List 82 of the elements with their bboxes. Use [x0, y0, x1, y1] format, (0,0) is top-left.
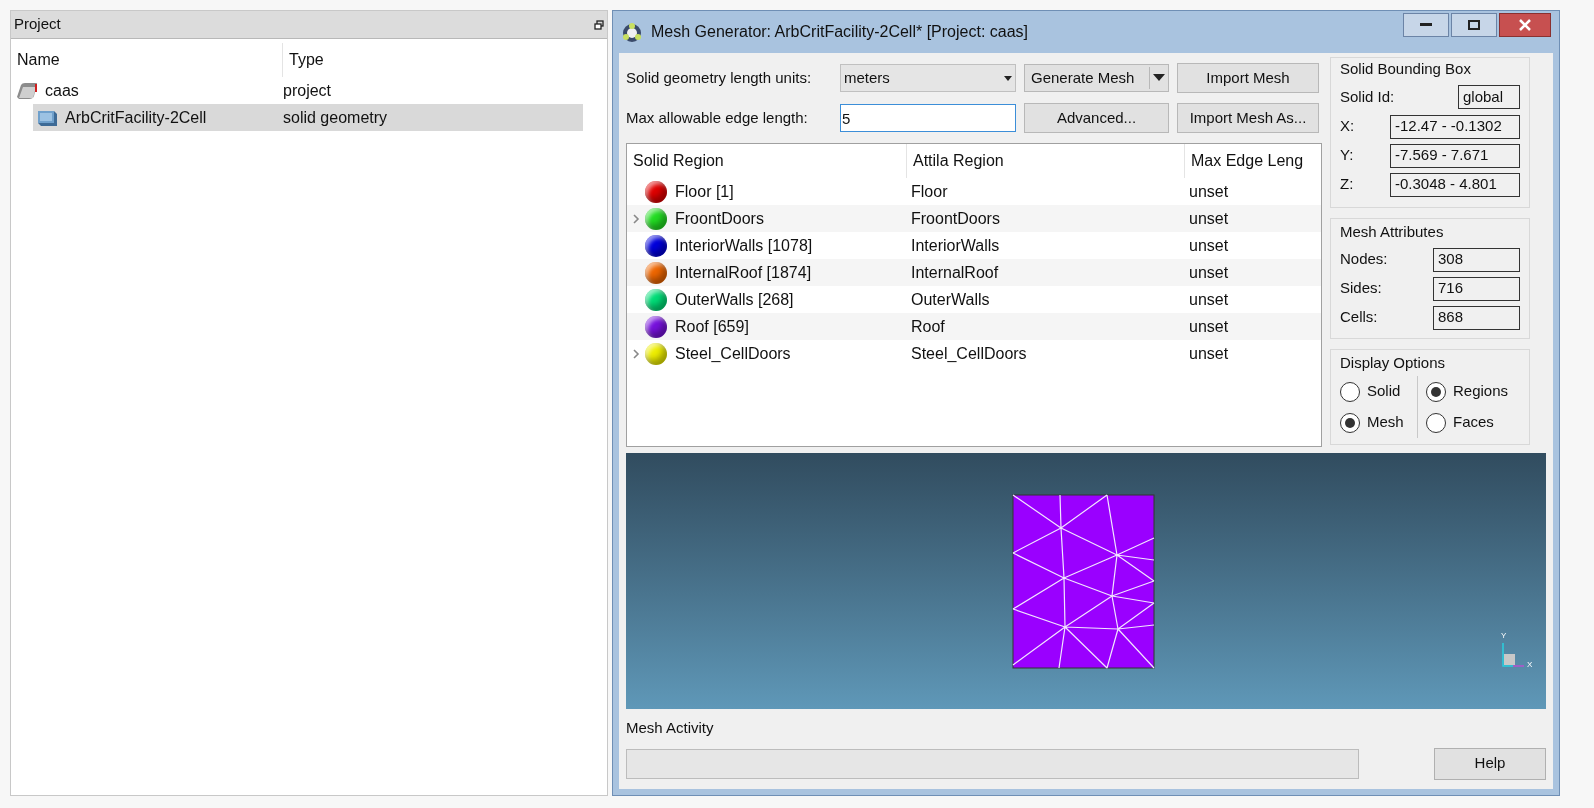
table-cell-text: Floor — [910, 181, 949, 202]
value-field: -0.3048 - 4.801 — [1390, 172, 1520, 197]
solid-id-field: global — [1458, 85, 1520, 109]
edge-length-field[interactable]: 5 — [840, 104, 1016, 132]
close-icon — [1518, 19, 1532, 31]
table-cell-text: OuterWalls — [910, 289, 991, 310]
close-button[interactable] — [1499, 13, 1551, 37]
field-label: X: — [1340, 116, 1355, 137]
axis-label: X — [1527, 661, 1533, 669]
table-cell-text: InteriorWalls [1078] — [674, 235, 813, 256]
import-mesh-as-button[interactable]: Import Mesh As... — [1177, 103, 1319, 133]
radio-option[interactable]: Solid — [1340, 376, 1417, 407]
expand-chevron-icon[interactable] — [631, 347, 641, 360]
table-cell-text: solid geometry — [282, 107, 389, 128]
group-title: Solid Bounding Box — [1340, 59, 1472, 79]
table-cell-text: InternalRoof — [910, 262, 1000, 283]
maximize-icon — [1468, 20, 1480, 30]
field-label: Max allowable edge length: — [626, 107, 809, 128]
table-cell-text: InternalRoof [1874] — [674, 262, 812, 283]
table-cell-text: OuterWalls [268] — [674, 289, 794, 310]
table-row[interactable]: InternalRoof [1874] InternalRoof unset — [627, 259, 1321, 286]
field-label: Cells: — [1340, 307, 1378, 328]
section-label: Mesh Activity — [626, 718, 715, 738]
expand-chevron-icon[interactable] — [631, 212, 641, 225]
field-label: Z: — [1340, 174, 1354, 195]
table-cell-text: FroontDoors — [674, 208, 764, 229]
generate-split-button[interactable]: Generate Mesh — [1024, 64, 1169, 92]
table-cell-text: FroontDoors — [910, 208, 1001, 229]
table-cell-text: project — [282, 80, 333, 101]
tree-label: caas — [44, 80, 80, 101]
table-cell-text: Steel_CellDoors — [674, 343, 791, 364]
table-cell-text: unset — [1188, 208, 1230, 229]
tree-row[interactable]: ArbCritFacility-2Cell solid geometry — [33, 104, 583, 131]
group-title: Mesh Attributes — [1340, 222, 1445, 242]
units-dropdown[interactable]: meters — [840, 64, 1016, 92]
table-cell-text: unset — [1188, 343, 1230, 364]
caret-icon — [1004, 75, 1012, 81]
column-header[interactable]: Name — [11, 43, 283, 77]
column-header[interactable]: Type — [283, 43, 583, 77]
restore-icon[interactable] — [594, 19, 604, 30]
table-cell-text: Floor [1] — [674, 181, 734, 202]
value-field: 868 — [1433, 305, 1520, 330]
table-cell-text: unset — [1188, 316, 1230, 337]
table-cell-text: unset — [1188, 181, 1230, 202]
field-label: Nodes: — [1340, 249, 1388, 270]
field-label: Sides: — [1340, 278, 1382, 299]
table-cell-text: Roof [659] — [674, 316, 749, 337]
column-header[interactable]: Max Edge Leng — [1185, 144, 1321, 178]
value-field: -7.569 - 7.671 — [1390, 143, 1520, 168]
maximize-button[interactable] — [1451, 13, 1497, 37]
radio-option[interactable]: Mesh — [1340, 407, 1417, 438]
table-cell-text: unset — [1188, 289, 1230, 310]
minimize-button[interactable] — [1403, 13, 1449, 37]
field-label: Y: — [1340, 145, 1354, 166]
table-cell-text: unset — [1188, 262, 1230, 283]
value-field: -12.47 - -0.1302 — [1390, 114, 1520, 139]
advanced-button[interactable]: Advanced... — [1024, 103, 1169, 133]
window-title: Mesh Generator: ArbCritFacility-2Cell* [Project: caas] — [651, 22, 1029, 42]
table-row[interactable]: FroontDoors FroontDoors unset — [627, 205, 1321, 232]
tree-label: ArbCritFacility-2Cell — [64, 107, 208, 128]
app-icon — [621, 21, 643, 43]
import-mesh-button[interactable]: Import Mesh — [1177, 63, 1319, 93]
folder-icon — [15, 80, 39, 101]
field-label: Solid geometry length units: — [626, 67, 813, 88]
table-cell-text: Roof — [910, 316, 946, 337]
help-button[interactable]: Help — [1434, 747, 1546, 780]
value-field: 716 — [1433, 276, 1520, 301]
table-cell-text: InteriorWalls — [910, 235, 1001, 256]
radio-option[interactable]: Faces — [1426, 407, 1509, 438]
tree-row[interactable]: caas project — [13, 77, 583, 104]
table-cell-text: Steel_CellDoors — [910, 343, 1028, 364]
panel-title: Project — [14, 14, 61, 35]
radio-option[interactable]: Regions — [1426, 376, 1509, 407]
minimize-icon — [1420, 23, 1432, 27]
group-title: Display Options — [1340, 353, 1447, 373]
field-label: Solid Id: — [1340, 86, 1395, 107]
axis-label: Y — [1501, 632, 1507, 640]
table-cell-text: unset — [1188, 235, 1230, 256]
table-row[interactable]: Roof [659] Roof unset — [627, 313, 1321, 340]
caret-icon — [1150, 74, 1168, 82]
value-field: 308 — [1433, 247, 1520, 272]
axis-triad-icon — [1502, 642, 1525, 667]
